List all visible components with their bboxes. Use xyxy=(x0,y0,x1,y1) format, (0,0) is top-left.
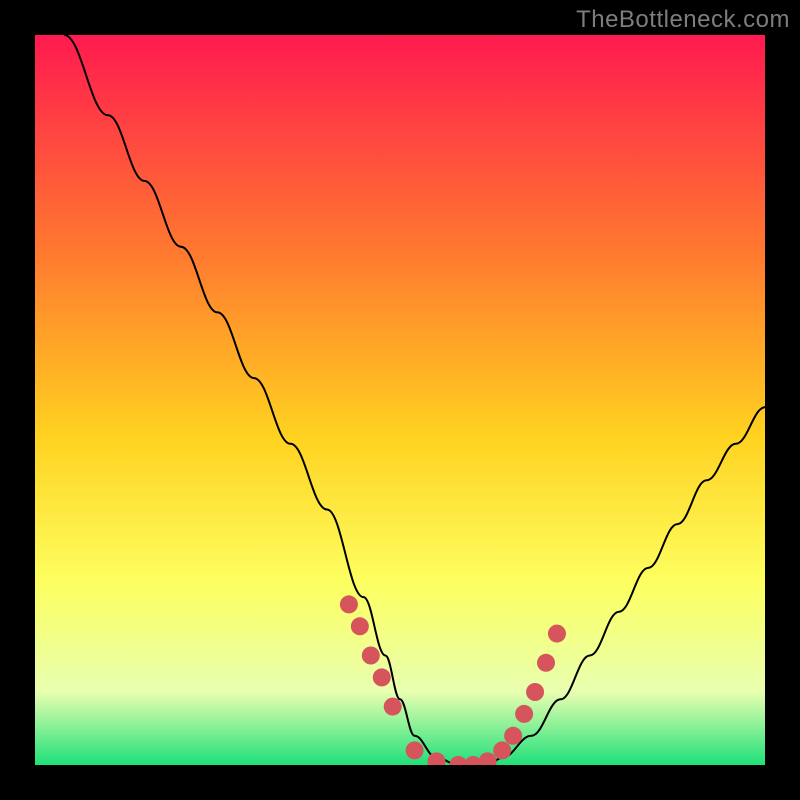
marker-dot xyxy=(362,647,380,665)
marker-layer xyxy=(35,35,765,765)
marker-dot xyxy=(515,705,533,723)
marker-dot xyxy=(428,752,446,765)
highlighted-points xyxy=(340,595,566,765)
marker-dot xyxy=(526,683,544,701)
marker-dot xyxy=(504,727,522,745)
watermark-text: TheBottleneck.com xyxy=(576,6,790,34)
plot-area xyxy=(35,35,765,765)
marker-dot xyxy=(384,698,402,716)
marker-dot xyxy=(406,741,424,759)
marker-dot xyxy=(351,617,369,635)
marker-dot xyxy=(537,654,555,672)
chart-frame: TheBottleneck.com xyxy=(0,0,800,800)
marker-dot xyxy=(340,595,358,613)
marker-dot xyxy=(479,752,497,765)
marker-dot xyxy=(548,625,566,643)
marker-dot xyxy=(493,741,511,759)
marker-dot xyxy=(373,668,391,686)
